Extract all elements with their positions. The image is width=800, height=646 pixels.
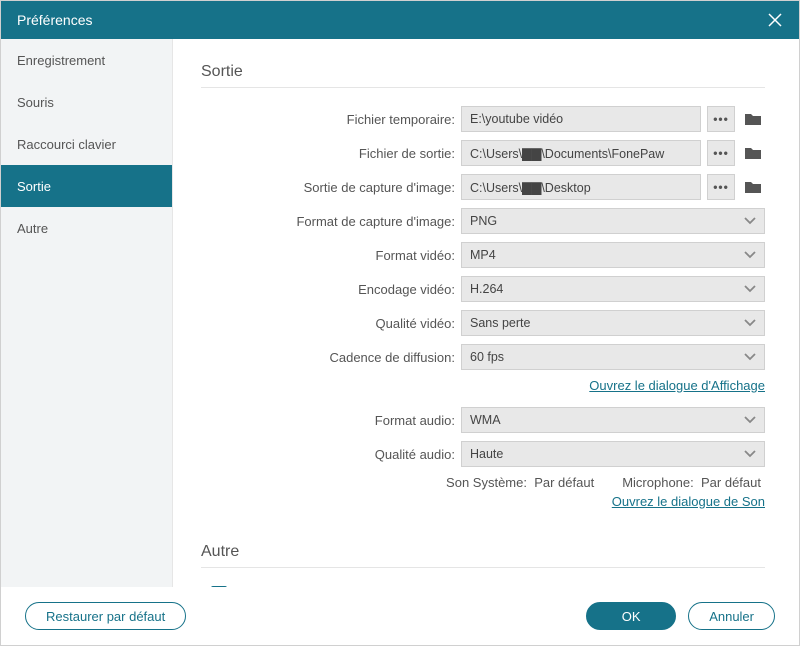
window-title: Préférences (17, 12, 92, 28)
capture-output-input[interactable] (461, 174, 701, 200)
chevron-down-icon (744, 248, 756, 262)
titlebar: Préférences (1, 1, 799, 39)
chevron-down-icon (744, 282, 756, 296)
label-capfmt: Format de capture d'image: (201, 214, 461, 229)
chevron-down-icon (744, 350, 756, 364)
hw-accel-label: Activer l'accélération matérielle (235, 587, 414, 588)
open-sound-dialog-link[interactable]: Ouvrez le dialogue de Son (612, 494, 765, 509)
audio-format-select[interactable]: WMA (461, 407, 765, 433)
footer: Restaurer par défaut OK Annuler (1, 587, 799, 645)
main-panel: Sortie Fichier temporaire: ••• Fichier d… (173, 39, 799, 587)
scroll-area[interactable]: Sortie Fichier temporaire: ••• Fichier d… (173, 39, 799, 587)
audio-quality-select[interactable]: Haute (461, 441, 765, 467)
frame-rate-select[interactable]: 60 fps (461, 344, 765, 370)
sidebar-item-sortie[interactable]: Sortie (1, 165, 172, 207)
chevron-down-icon (744, 214, 756, 228)
syssound-label: Son Système: (446, 475, 527, 490)
label-capture: Sortie de capture d'image: (201, 180, 461, 195)
video-encoding-select[interactable]: H.264 (461, 276, 765, 302)
close-icon[interactable] (767, 12, 783, 28)
open-output-folder-icon[interactable] (741, 141, 765, 165)
divider (201, 87, 765, 88)
sidebar-item-souris[interactable]: Souris (1, 81, 172, 123)
mic-value: Par défaut (701, 475, 761, 490)
syssound-value: Par défaut (534, 475, 594, 490)
browse-capture-button[interactable]: ••• (707, 174, 735, 200)
label-vqual: Qualité vidéo: (201, 316, 461, 331)
hw-accel-checkbox[interactable] (211, 586, 227, 587)
chevron-down-icon (744, 447, 756, 461)
capture-format-select[interactable]: PNG (461, 208, 765, 234)
output-file-input[interactable] (461, 140, 701, 166)
sidebar: Enregistrement Souris Raccourci clavier … (1, 39, 173, 587)
label-afmt: Format audio: (201, 413, 461, 428)
ok-button[interactable]: OK (586, 602, 676, 630)
open-display-dialog-link[interactable]: Ouvrez le dialogue d'Affichage (589, 378, 765, 393)
section-title-autre: Autre (201, 543, 765, 561)
open-capture-folder-icon[interactable] (741, 175, 765, 199)
sidebar-item-autre[interactable]: Autre (1, 207, 172, 249)
section-title-sortie: Sortie (201, 63, 765, 81)
browse-output-button[interactable]: ••• (707, 140, 735, 166)
browse-temp-button[interactable]: ••• (707, 106, 735, 132)
open-temp-folder-icon[interactable] (741, 107, 765, 131)
label-temp: Fichier temporaire: (201, 112, 461, 127)
cancel-button[interactable]: Annuler (688, 602, 775, 630)
restore-defaults-button[interactable]: Restaurer par défaut (25, 602, 186, 630)
chevron-down-icon (744, 413, 756, 427)
divider (201, 567, 765, 568)
mic-label: Microphone: (622, 475, 694, 490)
video-quality-select[interactable]: Sans perte (461, 310, 765, 336)
label-vidfmt: Format vidéo: (201, 248, 461, 263)
label-venc: Encodage vidéo: (201, 282, 461, 297)
sidebar-item-enregistrement[interactable]: Enregistrement (1, 39, 172, 81)
video-format-select[interactable]: MP4 (461, 242, 765, 268)
label-output: Fichier de sortie: (201, 146, 461, 161)
temp-file-input[interactable] (461, 106, 701, 132)
chevron-down-icon (744, 316, 756, 330)
preferences-window: Préférences Enregistrement Souris Raccou… (0, 0, 800, 646)
label-fps: Cadence de diffusion: (201, 350, 461, 365)
label-aqual: Qualité audio: (201, 447, 461, 462)
sidebar-item-raccourci[interactable]: Raccourci clavier (1, 123, 172, 165)
